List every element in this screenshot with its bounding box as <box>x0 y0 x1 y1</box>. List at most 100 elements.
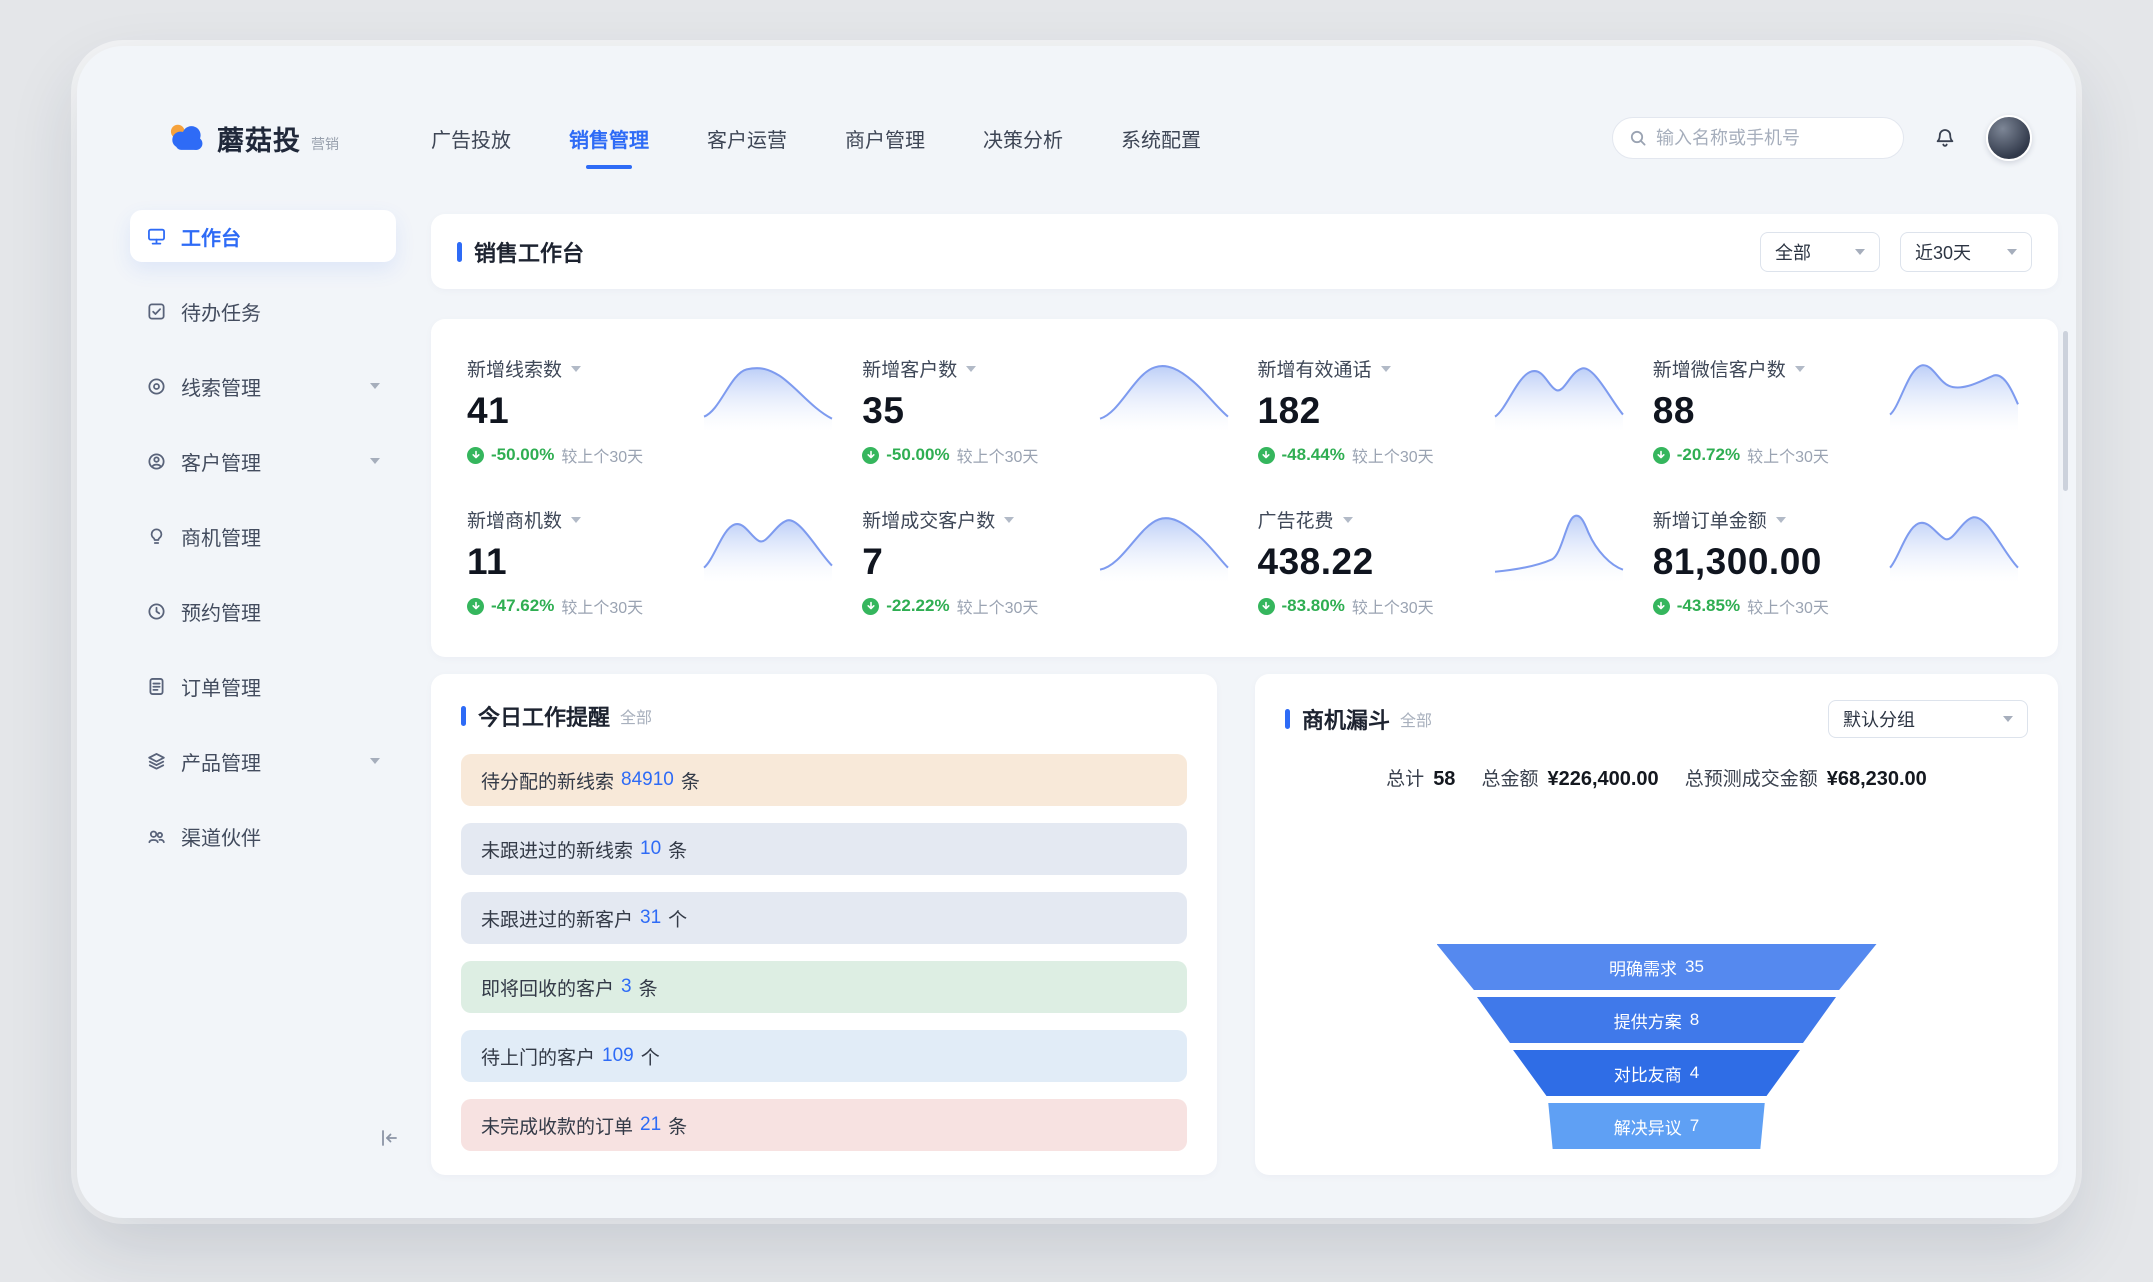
stat-label: 广告花费 <box>1258 506 1334 533</box>
trend-down-icon <box>1258 598 1275 615</box>
funnel-stage-label: 对比友商 <box>1614 1061 1682 1086</box>
reminder-item-visit-customers[interactable]: 待上门的客户 109 个 <box>461 1030 1187 1082</box>
search-box[interactable] <box>1612 117 1904 159</box>
sparkline-chart <box>1098 506 1230 582</box>
scope-select-value: 全部 <box>1775 239 1811 265</box>
sidebar-item-appointments[interactable]: 预约管理 <box>130 585 396 637</box>
funnel-stage-value: 8 <box>1690 1010 1699 1030</box>
sidebar-item-partners[interactable]: 渠道伙伴 <box>130 810 396 862</box>
stat-new-wechat-customers: 新增微信客户数 88 -20.72% 较上个30天 <box>1645 355 2030 476</box>
reminder-text: 未跟进过的新客户 <box>481 905 633 932</box>
section-marker <box>457 242 462 262</box>
trend-down-icon <box>862 598 879 615</box>
reminders-list: 待分配的新线索 84910 条 未跟进过的新线索 10 条 未跟进过的新客户 3… <box>461 754 1187 1151</box>
sidebar-item-label: 产品管理 <box>181 747 261 776</box>
stat-effective-calls: 新增有效通话 182 -48.44% 较上个30天 <box>1250 355 1635 476</box>
sidebar-item-label: 商机管理 <box>181 522 261 551</box>
sidebar-collapse-icon[interactable] <box>377 1126 401 1155</box>
chevron-down-icon <box>1004 517 1014 523</box>
chevron-down-icon <box>370 383 380 389</box>
top-bar: 蘑菇投 营销 广告投放 销售管理 客户运营 商户管理 决策分析 系统配置 <box>77 46 2076 196</box>
nav-customer-operations[interactable]: 客户运营 <box>707 124 787 153</box>
scope-select[interactable]: 全部 <box>1760 232 1880 272</box>
chevron-down-icon <box>1343 517 1353 523</box>
workbench-header-card: 销售工作台 全部 近30天 <box>431 214 2058 289</box>
today-reminders-panel: 今日工作提醒 全部 待分配的新线索 84910 条 未跟进过的新线索 10 条 <box>431 674 1217 1175</box>
stat-new-customers: 新增客户数 35 -50.00% 较上个30天 <box>854 355 1239 476</box>
logo-text: 蘑菇投 <box>217 119 301 158</box>
sidebar-item-products[interactable]: 产品管理 <box>130 735 396 787</box>
trend-down-icon <box>467 447 484 464</box>
funnel-summary: 总计 58 总金额 ¥226,400.00 总预测成交金额 ¥68,230.00 <box>1285 764 2028 791</box>
reminder-item-unfollowed-leads[interactable]: 未跟进过的新线索 10 条 <box>461 823 1187 875</box>
stat-label: 新增微信客户数 <box>1653 355 1786 382</box>
nav-ad-delivery[interactable]: 广告投放 <box>431 124 511 153</box>
stat-change: -20.72% <box>1677 445 1740 465</box>
stat-new-deal-customers: 新增成交客户数 7 -22.22% 较上个30天 <box>854 506 1239 627</box>
funnel-total-value: 58 <box>1433 768 1455 791</box>
reminder-count: 10 <box>640 838 661 860</box>
funnel-chart: 明确需求 35 提供方案 8 对比友商 4 解决异议 7 <box>1437 937 1877 1149</box>
sidebar-item-leads[interactable]: 线索管理 <box>130 360 396 412</box>
layers-icon <box>146 751 167 772</box>
reminder-text: 未完成收款的订单 <box>481 1112 633 1139</box>
reminder-unit: 个 <box>668 905 687 932</box>
search-input[interactable] <box>1656 128 1887 149</box>
funnel-forecast-value: ¥68,230.00 <box>1827 768 1927 791</box>
reminder-count: 109 <box>602 1045 634 1067</box>
sidebar-item-orders[interactable]: 订单管理 <box>130 660 396 712</box>
sidebar-item-customers[interactable]: 客户管理 <box>130 435 396 487</box>
stat-new-leads: 新增线索数 41 -50.00% 较上个30天 <box>459 355 844 476</box>
reminder-item-unfollowed-customers[interactable]: 未跟进过的新客户 31 个 <box>461 892 1187 944</box>
reminder-count: 31 <box>640 907 661 929</box>
stat-compare: 较上个30天 <box>957 594 1039 618</box>
nav-merchant-management[interactable]: 商户管理 <box>845 124 925 153</box>
reminder-unit: 条 <box>668 836 687 863</box>
notification-bell-icon[interactable] <box>1930 123 1960 153</box>
trend-down-icon <box>862 447 879 464</box>
date-range-value: 近30天 <box>1915 239 1971 265</box>
reminders-scope-tag: 全部 <box>620 704 652 728</box>
funnel-stage-label: 明确需求 <box>1609 955 1677 980</box>
funnel-stage-label: 提供方案 <box>1614 1008 1682 1033</box>
reminder-item-recycling-customers[interactable]: 即将回收的客户 3 条 <box>461 961 1187 1013</box>
scrollbar[interactable] <box>2063 331 2068 491</box>
reminder-item-unpaid-orders[interactable]: 未完成收款的订单 21 条 <box>461 1099 1187 1151</box>
reminder-unit: 条 <box>639 974 658 1001</box>
funnel-group-select[interactable]: 默认分组 <box>1828 700 2028 738</box>
sidebar-item-workbench[interactable]: 工作台 <box>130 210 396 262</box>
document-icon <box>146 676 167 697</box>
nav-decision-analysis[interactable]: 决策分析 <box>983 124 1063 153</box>
date-range-select[interactable]: 近30天 <box>1900 232 2032 272</box>
funnel-group-value: 默认分组 <box>1843 706 1915 732</box>
stat-change: -50.00% <box>886 445 949 465</box>
stat-change: -47.62% <box>491 596 554 616</box>
sparkline-chart <box>1888 355 2020 431</box>
sidebar-item-todo-tasks[interactable]: 待办任务 <box>130 285 396 337</box>
nav-sales-management[interactable]: 销售管理 <box>569 124 649 153</box>
nav-system-config[interactable]: 系统配置 <box>1121 124 1201 153</box>
trend-down-icon <box>467 598 484 615</box>
sparkline-chart <box>702 355 834 431</box>
stat-compare: 较上个30天 <box>1352 443 1434 467</box>
sidebar-item-opportunities[interactable]: 商机管理 <box>130 510 396 562</box>
stat-label: 新增客户数 <box>862 355 957 382</box>
reminder-unit: 个 <box>641 1043 660 1070</box>
reminder-item-unassigned-leads[interactable]: 待分配的新线索 84910 条 <box>461 754 1187 806</box>
user-avatar[interactable] <box>1986 115 2032 161</box>
top-nav: 广告投放 销售管理 客户运营 商户管理 决策分析 系统配置 <box>431 124 1201 153</box>
section-marker <box>461 706 466 726</box>
opportunity-funnel-panel: 商机漏斗 全部 默认分组 总计 58 总金额 ¥226,400.00 <box>1255 674 2058 1175</box>
logo-badge: 营销 <box>311 134 339 154</box>
checklist-icon <box>146 301 167 322</box>
reminder-unit: 条 <box>681 767 700 794</box>
sidebar-item-label: 渠道伙伴 <box>181 822 261 851</box>
funnel-total-label: 总计 <box>1386 764 1424 791</box>
app-logo[interactable]: 蘑菇投 营销 <box>165 119 339 158</box>
reminder-text: 待分配的新线索 <box>481 767 614 794</box>
funnel-stage-resolve-objections: 解决异议 7 <box>1437 1103 1877 1149</box>
lightbulb-icon <box>146 526 167 547</box>
chevron-down-icon <box>1855 249 1865 255</box>
sparkline-chart <box>1888 506 2020 582</box>
sparkline-chart <box>702 506 834 582</box>
